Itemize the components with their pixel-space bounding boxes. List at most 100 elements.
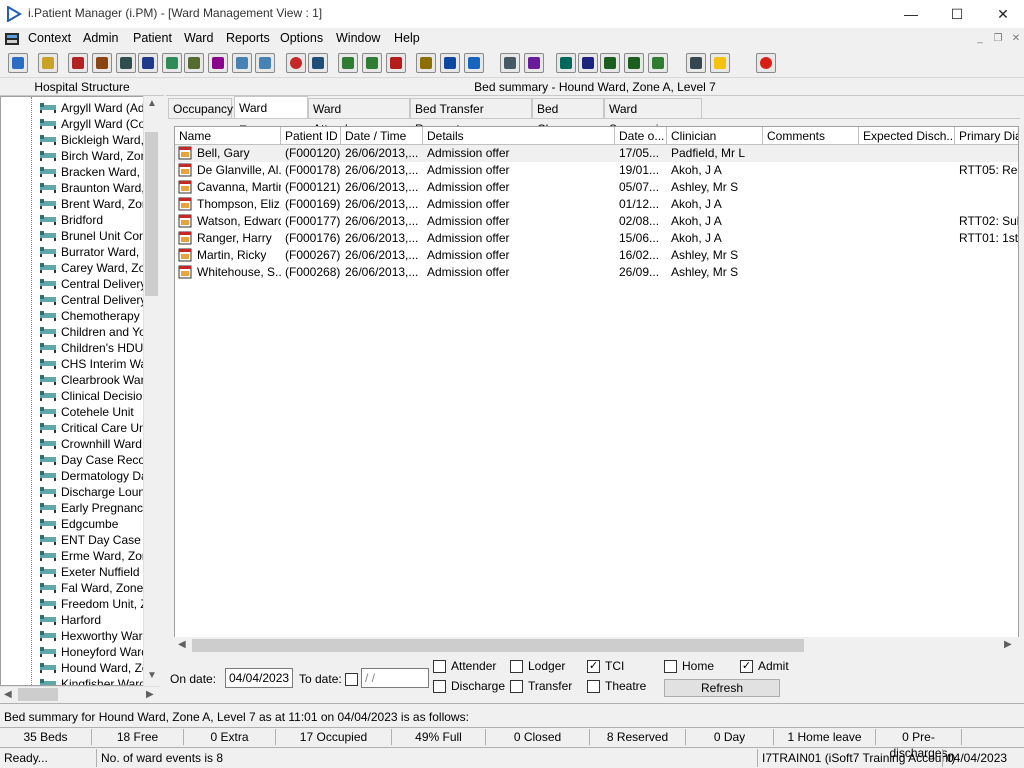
bed-icon [40,183,56,193]
discharge-checkbox[interactable] [433,680,446,693]
menu-patient[interactable]: Patient [133,31,172,45]
column-header[interactable]: Patient ID [281,127,341,145]
bed-flag-button[interactable] [255,53,275,73]
close-button[interactable]: ✕ [980,0,1024,28]
refresh-check-button[interactable] [648,53,668,73]
tree-horizontal-scroll-thumb[interactable] [18,688,58,701]
check-button[interactable] [600,53,620,73]
scroll-up-icon[interactable]: ▲ [147,98,157,109]
swap-button[interactable] [686,53,706,73]
printer-button[interactable] [38,53,58,73]
tab-ward-attendances[interactable]: Ward Attendances [308,98,410,136]
column-header[interactable]: Date / Time [341,127,423,145]
maximize-button[interactable]: ☐ [934,0,980,28]
column-header[interactable]: Date o... [615,127,667,145]
column-header[interactable]: Clinician [667,127,763,145]
globe-button[interactable] [556,53,576,73]
to-date-checkbox[interactable] [345,673,358,686]
lodger-checkbox[interactable] [510,660,523,673]
cell-primary-diag [955,264,1018,281]
notes-button[interactable] [416,53,436,73]
bar-chart-button[interactable] [524,53,544,73]
menu-ward[interactable]: Ward [184,31,213,45]
refresh-green-button[interactable] [624,53,644,73]
status-top-divider [0,747,1024,748]
list-button[interactable] [308,53,328,73]
clock-button[interactable] [286,53,306,73]
tab-bed-closures[interactable]: Bed Closures [532,98,604,136]
table-row[interactable]: Thompson, Eliz... (F000169) 26/06/2013,...… [175,196,1018,213]
bed-button[interactable] [232,53,252,73]
grid-horizontal-scroll-thumb[interactable] [192,639,804,652]
scroll-right-icon[interactable]: ▶ [1004,639,1012,650]
tree-vertical-scroll-thumb[interactable] [145,132,158,296]
book-button[interactable] [68,53,88,73]
table-row[interactable]: Ranger, Harry (F000176) 26/06/2013,... Admi… [175,230,1018,247]
menu-context[interactable]: Context [28,31,71,45]
admit-checkbox[interactable]: ✓ [740,660,753,673]
transfer-button[interactable] [464,53,484,73]
mail-button[interactable] [138,53,158,73]
ambulance-button[interactable] [440,53,460,73]
document-app-icon[interactable] [4,31,20,47]
menu-reports[interactable]: Reports [226,31,270,45]
scroll-left-icon[interactable]: ◀ [4,689,12,700]
scroll-right-icon[interactable]: ▶ [146,689,154,700]
exit-button[interactable] [756,53,776,73]
mdi-minimize-button[interactable]: _ [972,32,988,46]
menu-window[interactable]: Window [336,31,380,45]
menu-options[interactable]: Options [280,31,323,45]
tab-bed-transfer-requests[interactable]: Bed Transfer Requests [410,98,532,136]
person-button[interactable] [162,53,182,73]
menu-admin[interactable]: Admin [83,31,118,45]
mdi-restore-button[interactable]: ❐ [990,32,1006,46]
tab-occupancy[interactable]: Occupancy [168,98,233,118]
column-header[interactable]: Name [175,127,281,145]
mdi-close-button[interactable]: ✕ [1008,32,1024,46]
home-checkbox[interactable] [664,660,677,673]
column-header[interactable]: Expected Disch... [859,127,955,145]
bed-stat: 17 Occupied [276,729,392,745]
user-button[interactable] [8,53,28,73]
warning-button[interactable] [710,53,730,73]
attender-checkbox[interactable] [433,660,446,673]
column-header[interactable]: Details [423,127,615,145]
on-date-input[interactable]: 04/04/2023 [225,668,293,688]
form-button[interactable] [208,53,228,73]
theatre-checkbox[interactable] [587,680,600,693]
table-row[interactable]: Cavanna, Martin (F000121) 26/06/2013,... Ad… [175,179,1018,196]
table-row[interactable]: Martin, Ricky (F000267) 26/06/2013,... Admi… [175,247,1018,264]
scroll-down-icon[interactable]: ▼ [147,670,157,681]
transfer-checkbox[interactable] [510,680,523,693]
note-button[interactable] [184,53,204,73]
column-header[interactable]: Primary Diag [955,127,1018,145]
table-row[interactable]: Whitehouse, S... (F000268) 26/06/2013,... A… [175,264,1018,281]
book-edit-button[interactable] [92,53,112,73]
to-date-input[interactable]: / / [361,668,429,688]
check-list-button[interactable] [578,53,598,73]
bed-stat: 0 Day [686,729,774,745]
tree-connector-line [31,97,32,685]
tci-checkbox[interactable]: ✓ [587,660,600,673]
bed-icon [40,263,56,273]
menu-help[interactable]: Help [394,31,420,45]
hospital-structure-tree[interactable]: Argyll Ward (Adul Argyll Ward (Cots Bickle… [0,96,160,686]
stats-top-divider [0,727,1024,728]
minimize-button[interactable]: — [888,0,934,28]
document-button[interactable] [500,53,520,73]
table-row[interactable]: De Glanville, Al... (F000178) 26/06/2013,.… [175,162,1018,179]
table-row[interactable]: Watson, Edward (F000177) 26/06/2013,... Adm… [175,213,1018,230]
chart-button[interactable] [338,53,358,73]
scroll-left-icon[interactable]: ◀ [178,639,186,650]
report-button[interactable] [116,53,136,73]
no-entry-button[interactable] [386,53,406,73]
cell-clinician: Ashley, Mr S [671,180,739,194]
tab-ward-events[interactable]: Ward Events [234,96,308,137]
table-row[interactable]: Bell, Gary (F000120) 26/06/2013,... Admissi… [175,145,1018,162]
cell-clinician: Ashley, Mr S [671,248,739,262]
column-header[interactable]: Comments [763,127,859,145]
ward-events-grid[interactable]: Name Patient ID Date / Time Details Date o..… [174,126,1019,654]
chart-edit-button[interactable] [362,53,382,73]
refresh-button[interactable]: Refresh [664,679,780,697]
tab-ward-suspensions[interactable]: Ward Suspensions [604,98,702,136]
